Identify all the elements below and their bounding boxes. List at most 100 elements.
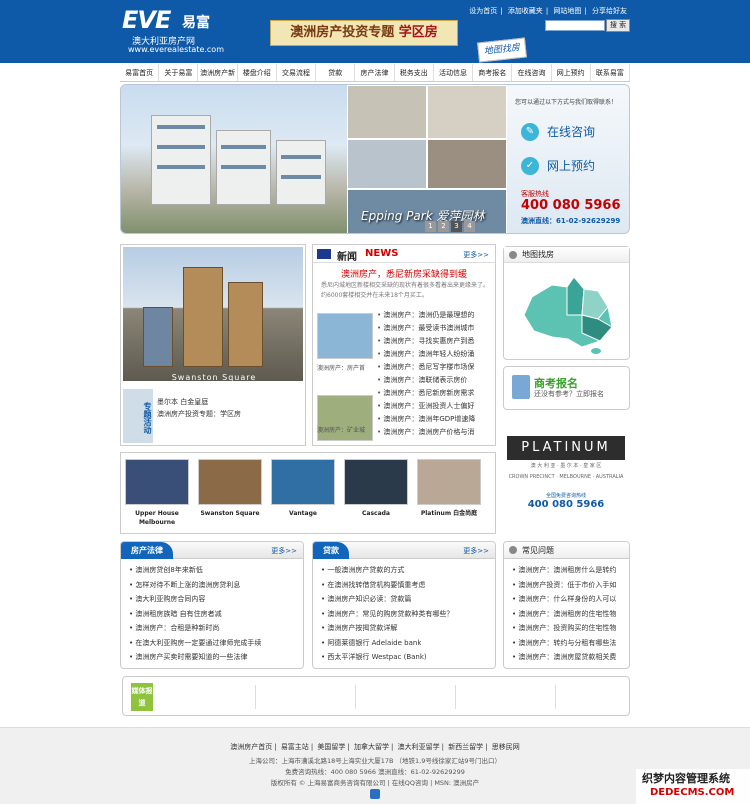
nav-item-contact[interactable]: 联系易富: [591, 64, 631, 81]
footer-links: 澳洲房产首页 | 易富主站 | 美国留学 | 加拿大留学 | 澳大利亚留学 | 新西兰留学…: [230, 743, 520, 751]
platinum-subtitle: 澳 大 利 亚 · 墨 尔 本 · 皇 家 区: [530, 463, 602, 469]
faq-item[interactable]: 澳洲房产：澳洲租房什么是转约: [512, 563, 621, 578]
news-item[interactable]: 澳洲房产：悉尼写字楼市场保: [377, 361, 493, 374]
law-item[interactable]: 澳洲房产买卖时需要知道的一些法律: [129, 650, 295, 665]
slide-dot[interactable]: 2: [438, 221, 449, 232]
share-link[interactable]: 分享给好友: [592, 7, 627, 15]
law-item[interactable]: 在澳大利亚购房一定要通过律师完成手续: [129, 636, 295, 651]
loan-more-link[interactable]: 更多>>: [463, 546, 489, 556]
nav-item-register[interactable]: 商考报名: [473, 64, 513, 81]
search-button[interactable]: 搜 索: [606, 19, 630, 32]
project-card[interactable]: Upper House Melbourne: [125, 459, 189, 533]
news-headline[interactable]: 澳洲房产，悉尼新房采缺得到缓: [313, 267, 495, 280]
news-item[interactable]: 澳洲房产：寻找实惠房产到悉: [377, 335, 493, 348]
topic-banner[interactable]: 澳洲房产投资专题 学区房: [270, 20, 458, 46]
chat-icon: ✎: [521, 123, 539, 141]
nav-item-properties[interactable]: 楼盘介绍: [238, 64, 277, 81]
news-item[interactable]: 澳洲房产：澳洲房产价格与消: [377, 426, 493, 439]
news-item[interactable]: 澳洲房产：悉尼新房新房需求: [377, 387, 493, 400]
feature-photo[interactable]: Swanston Square: [123, 247, 303, 382]
faq-item[interactable]: 澳洲房产：澳洲房屋贷款相关费: [512, 650, 621, 665]
footer-link[interactable]: 澳洲房产首页: [230, 743, 272, 751]
news-item[interactable]: 澳洲房产：澳洲仍是最理想的: [377, 309, 493, 322]
loan-item[interactable]: 一般澳洲房产贷款的方式: [321, 563, 487, 578]
nav-item-news[interactable]: 澳洲房产新闻: [198, 64, 238, 95]
footer-link[interactable]: 思移民网: [492, 743, 520, 751]
search-input[interactable]: [545, 20, 605, 31]
footer-link[interactable]: 美国留学: [317, 743, 345, 751]
nav-item-about[interactable]: 关于易富: [159, 64, 199, 81]
slide-dot-active[interactable]: 3: [451, 221, 462, 232]
law-item[interactable]: 怎样对待不断上涨的澳洲房贷利息: [129, 578, 295, 593]
faq-item[interactable]: 澳洲房产：转约与分租有哪些法: [512, 636, 621, 651]
feature-link-1[interactable]: 墨尔本 白金皇庭: [157, 397, 208, 407]
projects-strip: Upper House Melbourne Swanston Square Va…: [120, 452, 496, 534]
law-item[interactable]: 澳洲租房族暗 自有住房者减: [129, 607, 295, 622]
feature-side-label: 专题活动: [123, 389, 153, 443]
news-more-link[interactable]: 更多>>: [463, 250, 489, 260]
news-photo-caption[interactable]: 澳洲房产：矿业城: [317, 425, 365, 434]
news-photo[interactable]: [317, 395, 373, 441]
australia-map[interactable]: [512, 267, 622, 355]
nav-item-booking[interactable]: 网上预约: [552, 64, 591, 81]
online-booking-button[interactable]: ✓ 网上预约: [521, 155, 621, 177]
faq-item[interactable]: 澳洲房产：投资购买的住宅性物: [512, 621, 621, 636]
nav-item-home[interactable]: 易富首页: [120, 64, 160, 81]
map-label: Australia: [556, 269, 583, 276]
project-image: [125, 459, 189, 505]
loan-item[interactable]: 西太平洋银行 Westpac (Bank): [321, 650, 487, 665]
project-card[interactable]: Platinum 白金尚庭: [417, 459, 481, 533]
hero-slider[interactable]: Epping Park 爱萍园林 1 2 3 4 您可以通过以下方式与我们取得联…: [120, 84, 630, 234]
project-card[interactable]: Vantage: [271, 459, 335, 533]
media-strip: 媒体报道: [122, 676, 630, 716]
faq-item[interactable]: 澳洲房产：澳洲租房的住宅性物: [512, 607, 621, 622]
law-more-link[interactable]: 更多>>: [271, 546, 297, 556]
faq-item[interactable]: 澳洲房产投资：低于市价入手如: [512, 578, 621, 593]
faq-item[interactable]: 澳洲房产：什么样身份的人可以: [512, 592, 621, 607]
sitemap-link[interactable]: 网站地图: [553, 7, 581, 15]
slider-pagination: 1 2 3 4: [425, 221, 475, 232]
footer-link[interactable]: 易富主站: [281, 743, 309, 751]
news-photo[interactable]: [317, 313, 373, 359]
feature-link-2[interactable]: 澳洲房产投资专题：学区房: [157, 409, 241, 419]
project-label: Platinum 白金尚庭: [420, 510, 478, 517]
law-item[interactable]: 澳洲房贷创8年来新低: [129, 563, 295, 578]
platinum-ad[interactable]: PLATINUM 澳 大 利 亚 · 墨 尔 本 · 皇 家 区 CROWN P…: [503, 420, 630, 520]
set-homepage-link[interactable]: 设为首页: [469, 7, 497, 15]
nav-item-tax[interactable]: 税务支出: [395, 64, 434, 81]
news-item[interactable]: 澳洲房产：最受读书澳洲城市: [377, 322, 493, 335]
news-item[interactable]: 澳洲房产：亚洲投资人士偏好: [377, 400, 493, 413]
loan-item[interactable]: 澳洲房产按揭贷款详解: [321, 621, 487, 636]
loan-tab[interactable]: 贷款: [313, 542, 349, 559]
news-item[interactable]: 澳洲房产：澳洲年轻人纷纷涌: [377, 348, 493, 361]
register-icon: [512, 375, 530, 399]
loan-item[interactable]: 澳洲房产：常见的购房贷款种类有哪些？: [321, 607, 487, 622]
law-item[interactable]: 澳洲房产：合租是种新时尚: [129, 621, 295, 636]
slide-dot[interactable]: 1: [425, 221, 436, 232]
law-item[interactable]: 澳大利亚购房合同内容: [129, 592, 295, 607]
footer-link[interactable]: 澳大利亚留学: [398, 743, 440, 751]
add-favorite-link[interactable]: 添加收藏夹: [508, 7, 543, 15]
law-tab[interactable]: 房产法律: [121, 542, 173, 559]
project-card[interactable]: Swanston Square: [198, 459, 262, 533]
site-logo[interactable]: EVE 易富 澳大利亚房产网 www.everealestate.com: [122, 6, 224, 56]
news-photo-caption[interactable]: 澳洲房产：房产首: [317, 363, 365, 372]
watermark-line1: 织梦内容管理系统: [642, 772, 730, 785]
loan-item[interactable]: 在澳洲找转借贷机构要慎重考虑: [321, 578, 487, 593]
online-consult-button[interactable]: ✎ 在线咨询: [521, 121, 621, 143]
nav-item-law[interactable]: 房产法律: [355, 64, 395, 81]
nav-item-events[interactable]: 活动信息: [434, 64, 474, 81]
news-item[interactable]: 澳洲房产：澳联储表示房价: [377, 374, 493, 387]
footer-link[interactable]: 新西兰留学: [448, 743, 483, 751]
news-item[interactable]: 澳洲房产：澳洲年GDP增速降: [377, 413, 493, 426]
map-search-stamp[interactable]: 地图找房: [477, 37, 527, 63]
loan-item[interactable]: 澳洲房产知识必读：贷款篇: [321, 592, 487, 607]
footer-link[interactable]: 加拿大留学: [354, 743, 389, 751]
nav-item-consult[interactable]: 在线咨询: [512, 64, 552, 81]
nav-item-process[interactable]: 交易流程: [277, 64, 317, 81]
loan-item[interactable]: 阿德莱德银行 Adelaide bank: [321, 636, 487, 651]
project-card[interactable]: Cascada: [344, 459, 408, 533]
register-box[interactable]: 商考报名 还没有参考？立即报名: [503, 366, 630, 410]
slide-dot[interactable]: 4: [464, 221, 475, 232]
nav-item-loans[interactable]: 贷款: [316, 64, 356, 81]
